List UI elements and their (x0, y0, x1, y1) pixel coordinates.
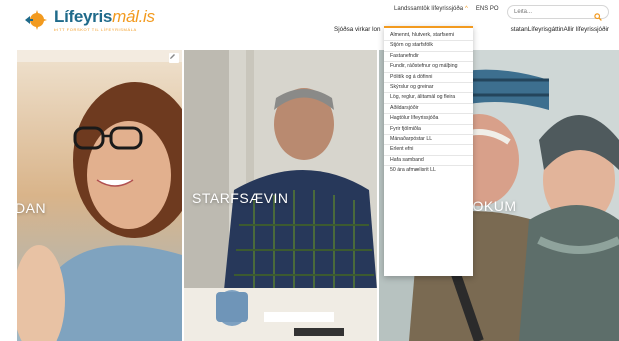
hero-panel-2[interactable]: STARFSÆVIN (184, 50, 377, 341)
dropdown-item-fundir[interactable]: Fundir, ráðstefnur og málþing (384, 62, 473, 73)
dropdown-item-politik[interactable]: Pólitík og á döfinni (384, 73, 473, 84)
site-header: Lífeyrismál.is ÞITT FORSKOT TIL LÍFEYRIS… (0, 0, 619, 50)
smiling-woman-photo (17, 50, 182, 341)
dropdown-item-almennt[interactable]: Almennt, hlutverk, starfsemi (384, 31, 473, 42)
hero-panel-1[interactable]: DAN (17, 50, 182, 341)
landssamtok-label: Landssamtök lífeyrissjóða (394, 6, 464, 12)
dropdown-item-hagtolur[interactable]: Hagtölur lífeyrissjóða (384, 114, 473, 125)
site-logo[interactable]: Lífeyrismál.is ÞITT FORSKOT TIL LÍFEYRIS… (24, 8, 155, 32)
dropdown-item-fjolmidla[interactable]: Fyrir fjölmiðla (384, 125, 473, 136)
search-input[interactable] (514, 9, 594, 15)
nav-item-statan[interactable]: statan (511, 26, 528, 33)
nav-item-sjodsa[interactable]: Sjóðsa virkar lon (334, 26, 381, 33)
dropdown-item-adildarsjodir[interactable]: Aðildarsjóðir (384, 104, 473, 115)
brand-name: Lífeyrismál.is (54, 7, 155, 26)
edit-icon[interactable] (169, 53, 179, 63)
search-icon[interactable] (594, 8, 602, 26)
nav-item-lifeyrisgattin[interactable]: Lífeyrisgáttin (528, 26, 564, 33)
dropdown-item-manadarpostar[interactable]: Mánaðarpóstar LL (384, 135, 473, 146)
brand-tagline: ÞITT FORSKOT TIL LÍFEYRISMÁLA (54, 27, 137, 32)
search-box[interactable] (507, 5, 609, 21)
dropdown-item-afmaelisrit[interactable]: 50 ára afmælisrit LL (384, 166, 473, 175)
logo-mark-icon (24, 8, 48, 32)
hero-carousel: DAN STARFSÆVIN (17, 50, 619, 341)
dropdown-item-log[interactable]: Lög, reglur, álitamál og fleira (384, 93, 473, 104)
chevron-up-icon: ^ (465, 6, 468, 12)
hero-panel-1-title: DAN (17, 200, 47, 216)
dropdown-item-fastanefndir[interactable]: Fastanefndir (384, 52, 473, 63)
dropdown-item-stjorn[interactable]: Stjórn og starfsfólk (384, 41, 473, 52)
language-switch[interactable]: ENS PO (476, 6, 499, 12)
dropdown-item-erlent[interactable]: Erlent efni (384, 145, 473, 156)
top-utility-bar: Landssamtök lífeyrissjóða ^ ENS PO (394, 6, 499, 12)
landssamtok-menu-toggle[interactable]: Landssamtök lífeyrissjóða ^ (394, 6, 468, 12)
hero-panel-2-title: STARFSÆVIN (192, 190, 289, 206)
nav-item-allir-sjodir[interactable]: Allir lífeyrissjóðir (564, 26, 609, 33)
dropdown-item-hafa-samband[interactable]: Hafa samband (384, 156, 473, 167)
landssamtok-dropdown-menu: Almennt, hlutverk, starfsemi Stjórn og s… (384, 26, 473, 276)
dropdown-item-skyrslur[interactable]: Skýrslur og greinar (384, 83, 473, 94)
